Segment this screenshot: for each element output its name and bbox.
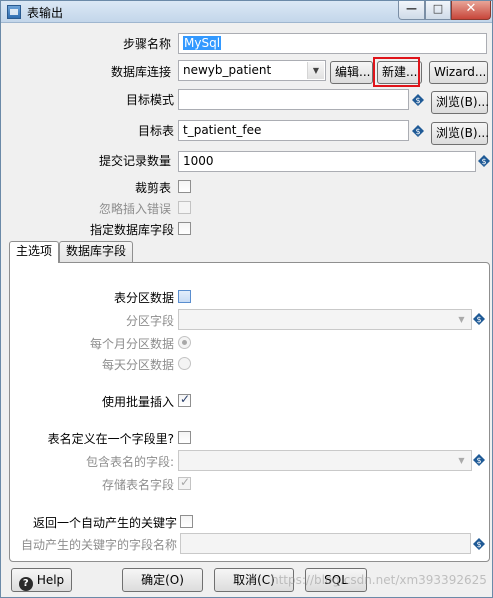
svg-text:$: $ [415,127,420,136]
target-table-label: 目标表 [137,124,174,138]
truncate-table-label: 裁剪表 [134,181,171,195]
store-table-name-label: 存储表名字段 [101,478,174,492]
edit-connection-button[interactable]: 编辑... [330,61,373,84]
ok-button[interactable]: 确定(O) [122,568,203,592]
highlight-box [373,57,420,87]
variable-dollar-icon: $ [412,125,424,137]
title-bar: 表输出 — □ ✕ [1,1,492,23]
partition-field-label: 分区字段 [125,314,174,328]
table-name-field-select[interactable]: ▼ [178,450,472,471]
step-name-value: MySql [183,36,222,50]
svg-text:$: $ [481,157,486,166]
partition-data-checkbox[interactable] [178,290,191,303]
chevron-down-icon[interactable]: ▼ [453,452,470,469]
target-table-value: t_patient_fee [183,123,262,137]
table-name-field-label: 包含表名的字段: [85,455,174,469]
commit-size-input[interactable]: 1000 [178,151,476,172]
svg-text:$: $ [476,456,481,465]
db-connection-label: 数据库连接 [110,65,171,79]
check-icon: ✓ [180,392,191,406]
minimize-icon: — [406,2,417,15]
radio-dot [182,340,187,345]
app-icon [7,5,21,19]
variable-dollar-icon: $ [412,94,424,106]
ignore-errors-checkbox[interactable] [178,201,191,214]
svg-text:$: $ [476,540,481,549]
partition-daily-label: 每天分区数据 [101,358,174,372]
truncate-table-checkbox[interactable] [178,180,191,193]
target-schema-input[interactable] [178,89,409,110]
help-button[interactable]: ? Help [11,568,72,592]
table-output-dialog: 表输出 — □ ✕ 步骤名称 MySql 数据库连接 newyb_patient… [0,0,493,598]
tab-main-options[interactable]: 主选项 [9,241,60,263]
db-connection-select[interactable]: newyb_patient ▼ [178,60,326,81]
batch-insert-label: 使用批量插入 [101,395,174,409]
table-name-in-field-checkbox[interactable] [178,431,191,444]
partition-daily-radio[interactable] [178,357,191,370]
maximize-button[interactable]: □ [425,1,451,20]
batch-insert-checkbox[interactable]: ✓ [178,392,191,407]
svg-text:$: $ [476,315,481,324]
return-key-checkbox[interactable] [180,515,193,528]
return-key-label: 返回一个自动产生的关键字 [32,516,177,530]
chevron-down-icon[interactable]: ▼ [453,311,470,328]
generated-key-field-label: 自动产生的关键字的字段名称 [20,538,177,552]
ignore-errors-label: 忽略插入错误 [98,202,171,216]
variable-dollar-icon: $ [478,155,490,167]
tab-bar: 主选项 数据库字段 [9,241,490,263]
close-icon: ✕ [465,1,477,16]
partition-data-label: 表分区数据 [113,291,174,305]
commit-size-value: 1000 [183,154,214,168]
partition-field-select[interactable]: ▼ [178,309,472,330]
browse-table-button[interactable]: 浏览(B)... [431,122,489,145]
window-title: 表输出 [27,6,64,20]
help-icon: ? [18,577,33,591]
help-label: Help [36,573,65,587]
svg-text:$: $ [415,96,420,105]
variable-dollar-icon: $ [473,454,485,466]
check-icon: ✓ [180,475,191,489]
table-name-in-field-label: 表名定义在一个字段里? [47,432,174,446]
close-button[interactable]: ✕ [451,1,491,20]
target-schema-label: 目标模式 [125,93,174,107]
generated-key-field-input[interactable] [180,533,471,554]
specify-fields-checkbox[interactable] [178,222,191,235]
tab-db-fields[interactable]: 数据库字段 [59,241,134,262]
partition-monthly-radio[interactable] [178,336,191,349]
chevron-down-icon[interactable]: ▼ [307,62,324,79]
browse-schema-button[interactable]: 浏览(B)... [431,91,489,114]
variable-dollar-icon: $ [473,313,485,325]
partition-monthly-label: 每个月分区数据 [89,337,174,351]
maximize-icon: □ [432,2,444,15]
store-table-name-checkbox[interactable]: ✓ [178,475,191,490]
watermark: https://blog.csdn.net/xm393392625 [271,573,487,587]
wizard-button[interactable]: Wizard... [429,61,488,84]
minimize-button[interactable]: — [398,1,425,20]
target-table-input[interactable]: t_patient_fee [178,120,409,141]
commit-size-label: 提交记录数量 [98,154,171,168]
variable-dollar-icon: $ [473,538,485,550]
step-name-input[interactable]: MySql [178,33,487,54]
specify-fields-label: 指定数据库字段 [89,223,174,237]
step-name-label: 步骤名称 [122,37,171,51]
db-connection-value: newyb_patient [183,63,272,77]
